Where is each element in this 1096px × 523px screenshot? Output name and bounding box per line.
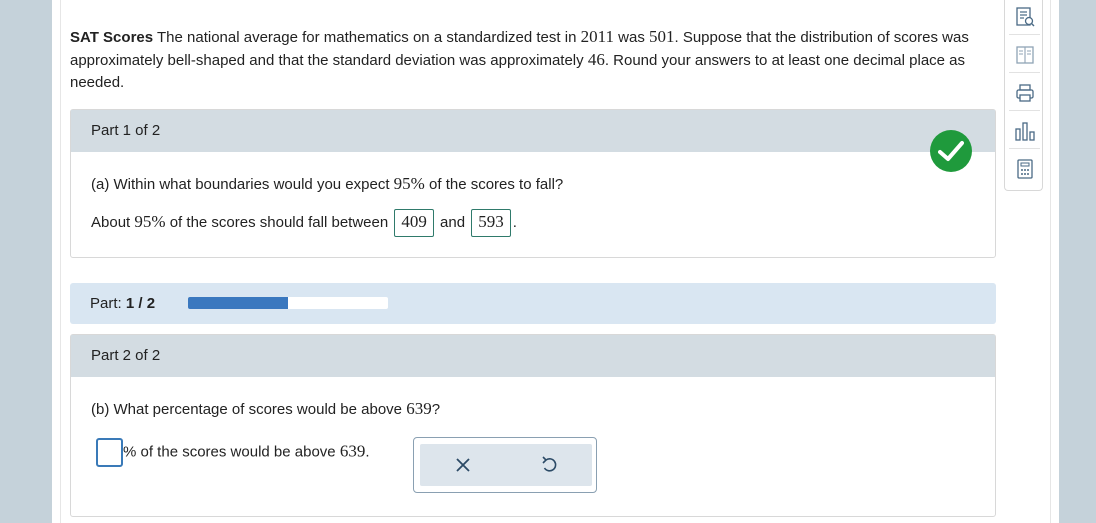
undo-icon[interactable] [537, 453, 561, 477]
part2-question: (b) What percentage of scores would be a… [91, 399, 440, 419]
problem-statement: SAT Scores The national average for math… [70, 26, 995, 94]
x-icon[interactable] [451, 453, 475, 477]
textbook-icon[interactable] [1014, 44, 1036, 66]
question-text: ? [431, 401, 441, 418]
question-value: 639 [406, 399, 432, 418]
part-progress: Part: 1 / 2 [70, 283, 996, 324]
problem-text: The national average for mathematics on … [157, 29, 577, 46]
progress-label: Part: [90, 295, 122, 312]
answer-text: and [440, 213, 466, 231]
problem-title: SAT Scores [70, 29, 154, 46]
answer-text: % of the scores would be above [123, 443, 336, 461]
part1-header: Part 1 of 2 [71, 110, 995, 152]
question-text: of the scores to fall? [429, 176, 564, 193]
progress-bar-fill [188, 297, 288, 309]
toolbar-divider [1009, 148, 1040, 149]
part1-question: (a) Within what boundaries would you exp… [91, 174, 563, 194]
problem-text: was [618, 29, 645, 46]
correct-check-icon [930, 130, 972, 172]
calculator-icon[interactable] [1014, 158, 1036, 180]
problem-year: 2011 [580, 27, 614, 46]
statistics-icon[interactable] [1014, 120, 1036, 142]
answer-percent: 95% [134, 211, 166, 231]
print-icon[interactable] [1014, 82, 1036, 104]
question-text: (b) What percentage of scores would be a… [91, 401, 403, 418]
progress-value: 1 / 2 [125, 295, 156, 312]
content-border-left [60, 0, 61, 523]
percentage-input[interactable] [96, 438, 123, 467]
answer-tools-popup [413, 437, 597, 493]
part1-answer: About 95% of the scores should fall betw… [91, 209, 517, 237]
answer-text: About [91, 213, 131, 231]
part2-answer: % of the scores would be above 639. [96, 438, 369, 467]
toolbar-divider [1009, 72, 1040, 73]
toolbar-divider [1009, 34, 1040, 35]
part1-card: Part 1 of 2 (a) Within what boundaries w… [70, 109, 996, 258]
part2-header: Part 2 of 2 [71, 335, 995, 377]
side-toolbar [1004, 0, 1043, 191]
content-border-right [1050, 0, 1051, 523]
toolbar-divider [1009, 110, 1040, 111]
answer-value: 639 [339, 441, 366, 461]
answer-period: . [365, 443, 370, 461]
answer-text: of the scores should fall between [169, 213, 389, 231]
answer-period: . [512, 213, 517, 231]
lower-bound-input[interactable]: 409 [394, 209, 434, 237]
question-text: (a) Within what boundaries would you exp… [91, 176, 390, 193]
question-percent: 95% [393, 174, 425, 193]
answer-tools-bar [420, 444, 592, 486]
problem-mean: 501 [649, 27, 675, 46]
problem-sd: 46 [587, 50, 605, 69]
ask-question-icon[interactable] [1014, 6, 1036, 28]
progress-bar [188, 297, 388, 309]
upper-bound-input[interactable]: 593 [471, 209, 511, 237]
